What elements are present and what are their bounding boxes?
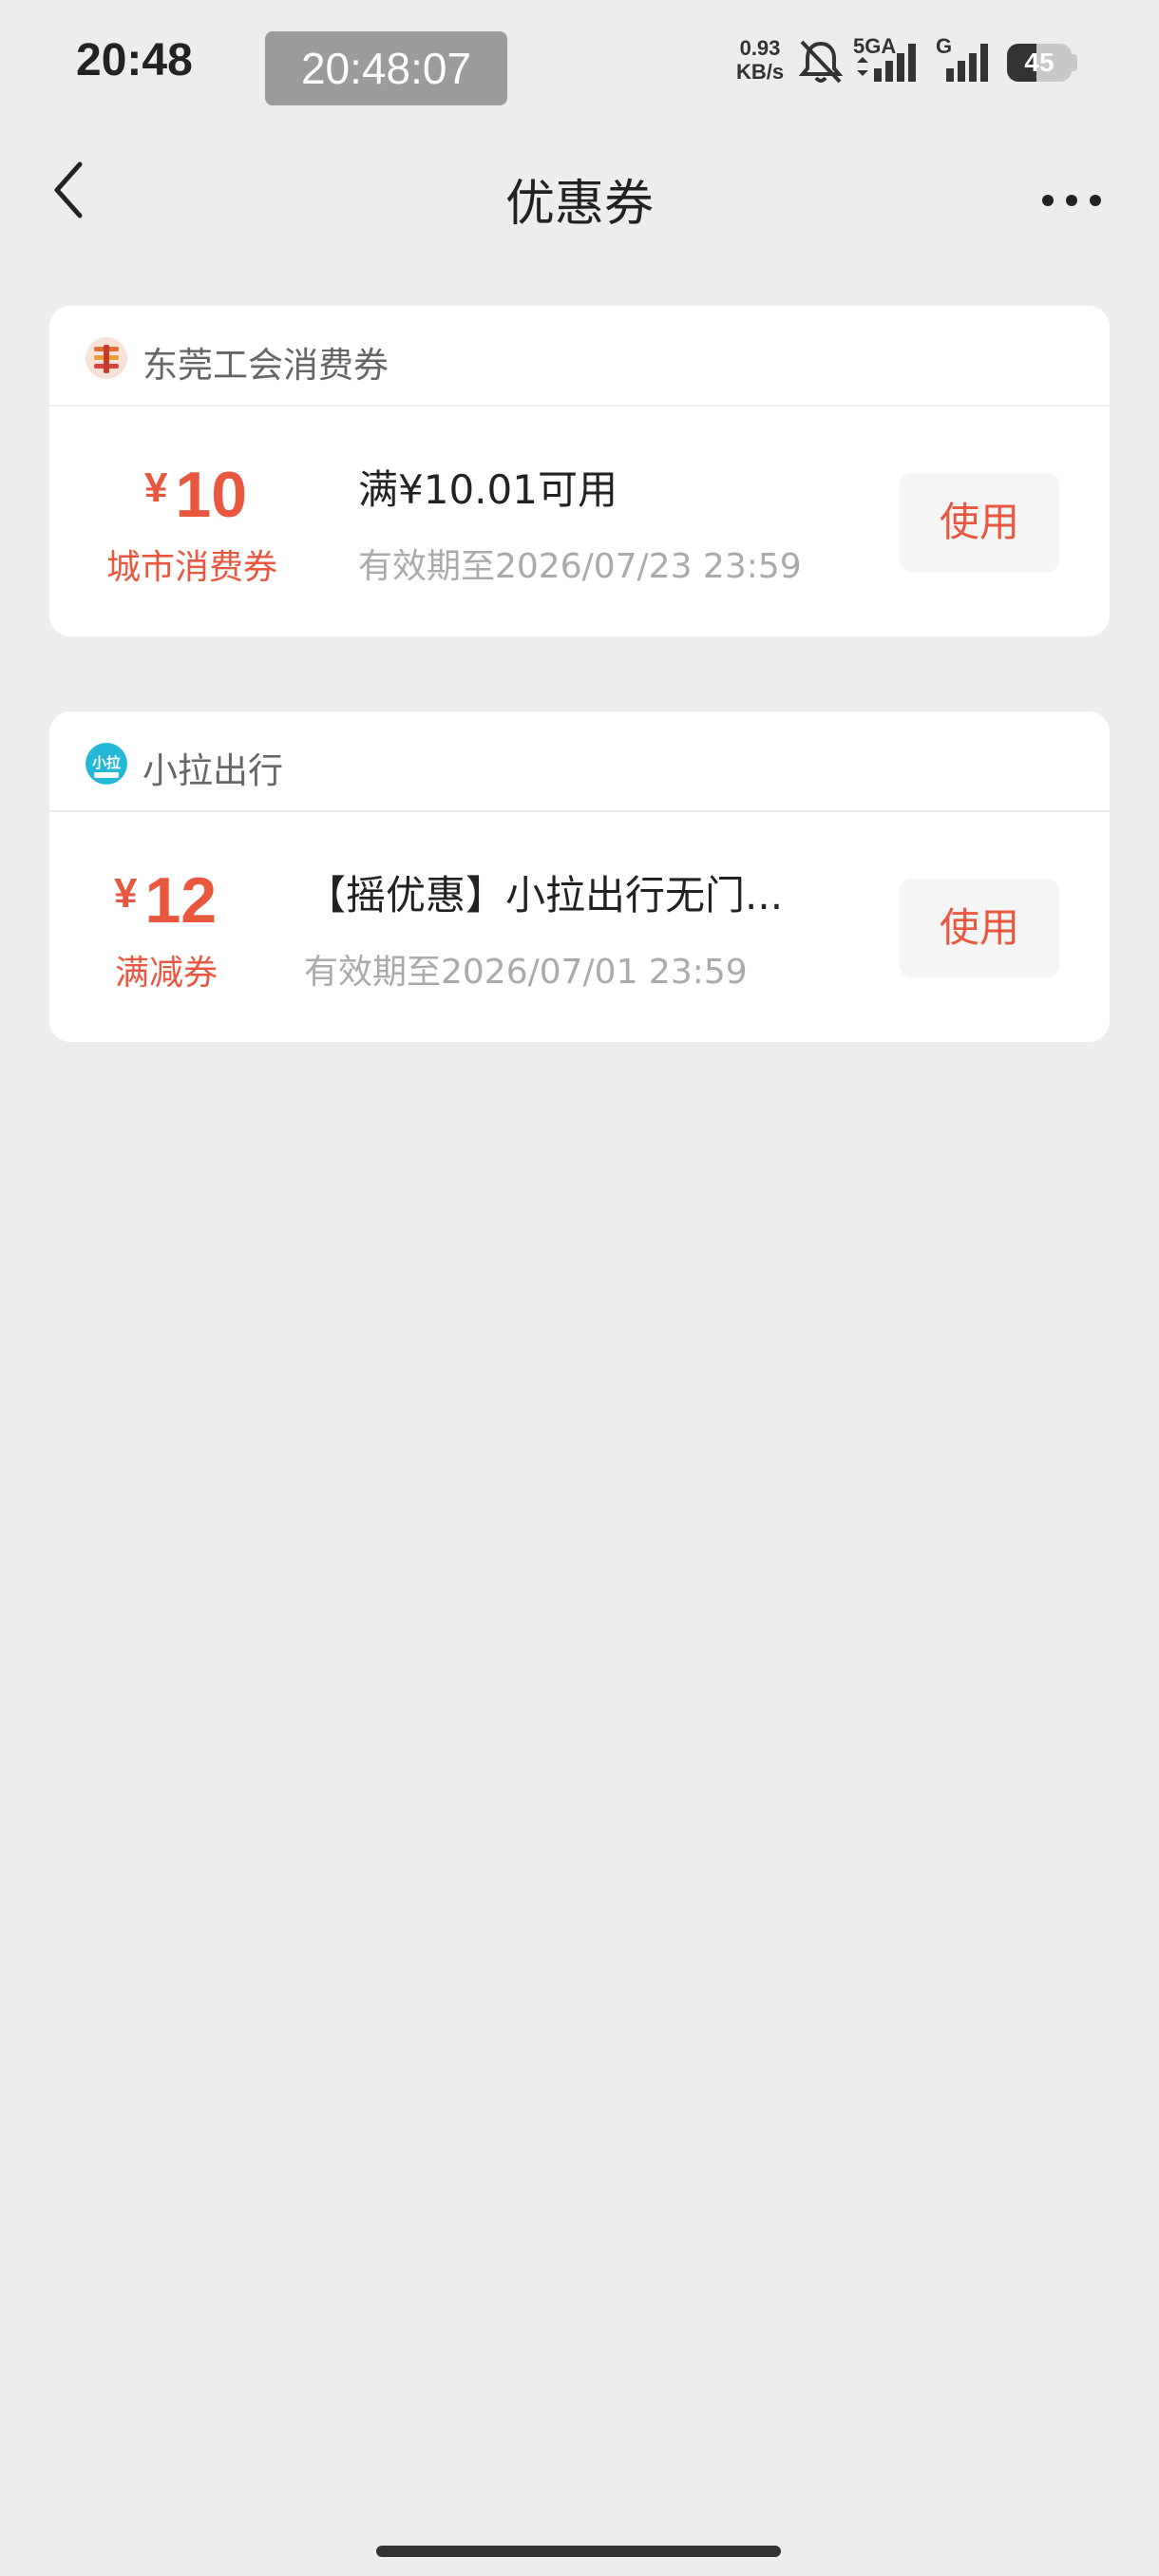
home-indicator[interactable] (376, 2546, 781, 2557)
brand-name: 小拉出行 (142, 750, 283, 791)
xiaola-logo-text: 小拉 (92, 754, 121, 771)
network-speed: 0.93 KB/s (732, 36, 788, 84)
use-coupon-button[interactable]: 使用 (900, 473, 1059, 572)
currency-symbol: ¥ (114, 870, 138, 917)
battery-icon: 45 (1007, 44, 1072, 82)
page-title: 优惠券 (504, 176, 654, 233)
coupon-card-header: 小拉 小拉出行 (49, 711, 1110, 812)
network-speed-value: 0.93 (739, 36, 781, 60)
use-coupon-button[interactable]: 使用 (900, 879, 1059, 977)
coupon-title: 满¥10.01可用 (358, 466, 618, 513)
coupon-card-header: 东莞工会消费券 (49, 306, 1110, 407)
status-bar: 20:48 20:48:07 0.93 KB/s 5GA G 45 (0, 0, 1159, 133)
coupon-type-label: 城市消费券 (106, 548, 278, 587)
battery-percent: 45 (1024, 47, 1054, 77)
status-time: 20:48 (76, 35, 193, 85)
coupon-type-label: 满减券 (115, 954, 218, 993)
mute-bell-icon (798, 40, 844, 84)
network-speed-unit: KB/s (735, 60, 785, 84)
coupon-card: 小拉 小拉出行 ¥12 满减券 【摇优惠】小拉出行无门... 有效期至2026/… (49, 711, 1110, 1042)
coupon-amount: ¥12 (114, 863, 217, 938)
currency-symbol: ¥ (144, 464, 168, 511)
clock-overlay: 20:48:07 (265, 31, 507, 105)
coupon-expiry: 有效期至2026/07/01 23:59 (304, 953, 748, 992)
coupon-card: 东莞工会消费券 ¥10 城市消费券 满¥10.01可用 有效期至2026/07/… (49, 306, 1110, 636)
amount-value: 12 (144, 864, 218, 937)
battery-cap (1072, 54, 1077, 71)
amount-value: 10 (175, 459, 248, 531)
coupon-amount: ¥10 (144, 458, 247, 532)
coupon-title: 【摇优惠】小拉出行无门... (306, 872, 784, 919)
signal-g-icon (946, 44, 988, 82)
brand-name: 东莞工会消费券 (142, 345, 389, 386)
coupon-expiry: 有效期至2026/07/23 23:59 (358, 547, 802, 586)
more-dots-icon[interactable] (1038, 185, 1105, 216)
signal-5g-icon (857, 44, 916, 82)
xiaola-logo-icon: 小拉 (86, 743, 127, 785)
dongguan-union-logo-icon (86, 337, 127, 379)
